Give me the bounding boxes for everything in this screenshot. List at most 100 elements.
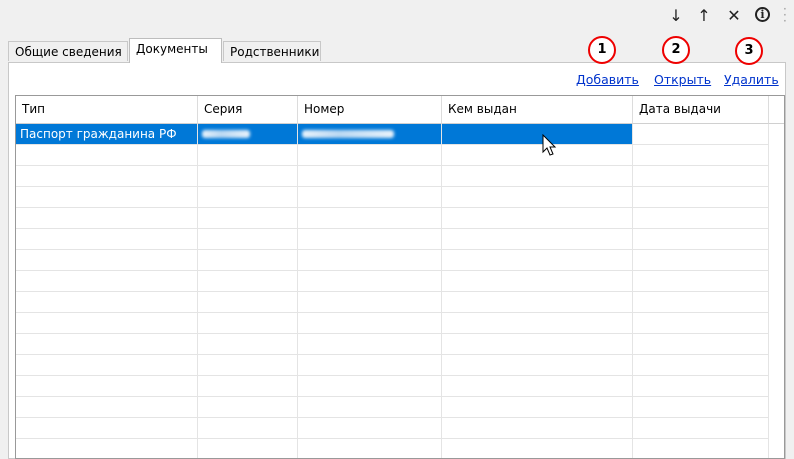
- empty-cell: [633, 313, 769, 334]
- empty-cell: [633, 334, 769, 355]
- empty-cell: [198, 145, 298, 166]
- annotation-badge-3: 3: [735, 37, 763, 65]
- empty-cell: [298, 187, 442, 208]
- empty-cell: [16, 376, 198, 397]
- empty-cell: [633, 271, 769, 292]
- empty-cell: [633, 376, 769, 397]
- empty-table-row: [16, 355, 784, 376]
- empty-cell: [16, 271, 198, 292]
- empty-cell: [442, 313, 633, 334]
- empty-cell: [298, 334, 442, 355]
- empty-table-row: [16, 166, 784, 187]
- documents-table[interactable]: Тип Серия Номер Кем выдан Дата выдачи Па…: [15, 95, 785, 459]
- empty-cell: [16, 313, 198, 334]
- empty-table-row: [16, 145, 784, 166]
- tab-general-info[interactable]: Общие сведения: [8, 41, 128, 61]
- empty-cell: [298, 145, 442, 166]
- empty-cell: [633, 355, 769, 376]
- empty-table-row: [16, 271, 784, 292]
- empty-cell: [198, 208, 298, 229]
- empty-cell: [633, 397, 769, 418]
- empty-cell: [442, 397, 633, 418]
- empty-cell: [198, 166, 298, 187]
- empty-cell: [16, 355, 198, 376]
- empty-cell: [298, 376, 442, 397]
- empty-cell: [198, 397, 298, 418]
- empty-table-row: [16, 418, 784, 439]
- empty-cell: [198, 187, 298, 208]
- annotation-badge-1: 1: [588, 36, 616, 64]
- empty-cell: [298, 313, 442, 334]
- empty-cell: [442, 439, 633, 458]
- empty-cell: [633, 418, 769, 439]
- empty-cell: [198, 355, 298, 376]
- empty-cell: [442, 418, 633, 439]
- empty-cell: [198, 439, 298, 458]
- cell-issue-date: [633, 124, 769, 145]
- empty-cell: [298, 229, 442, 250]
- delete-link[interactable]: Удалить: [724, 72, 779, 87]
- empty-cell: [442, 145, 633, 166]
- empty-table-row: [16, 229, 784, 250]
- empty-cell: [298, 397, 442, 418]
- empty-table-row: [16, 187, 784, 208]
- arrow-up-icon[interactable]: ↑: [694, 6, 714, 26]
- empty-cell: [633, 439, 769, 458]
- empty-table-row: [16, 334, 784, 355]
- empty-cell: [198, 292, 298, 313]
- empty-cell: [633, 166, 769, 187]
- empty-cell: [198, 418, 298, 439]
- add-link[interactable]: Добавить: [576, 72, 639, 87]
- empty-cell: [442, 376, 633, 397]
- empty-cell: [16, 229, 198, 250]
- empty-cell: [633, 250, 769, 271]
- empty-cell: [16, 187, 198, 208]
- empty-cell: [633, 292, 769, 313]
- empty-cell: [16, 292, 198, 313]
- empty-cell: [16, 418, 198, 439]
- column-header-issue-date[interactable]: Дата выдачи: [633, 96, 769, 124]
- empty-cell: [198, 271, 298, 292]
- annotation-badge-2: 2: [662, 36, 690, 64]
- column-header-series[interactable]: Серия: [198, 96, 298, 124]
- empty-table-row: [16, 397, 784, 418]
- empty-cell: [16, 397, 198, 418]
- empty-cell: [442, 208, 633, 229]
- top-toolbar: ↓ ↑ ✕ i · · ·: [0, 0, 794, 32]
- empty-table-row: [16, 250, 784, 271]
- empty-cell: [442, 187, 633, 208]
- empty-table-row: [16, 439, 784, 458]
- redacted-series: [202, 130, 250, 138]
- mouse-cursor-icon: [542, 134, 557, 156]
- empty-cell: [442, 292, 633, 313]
- empty-cell: [298, 355, 442, 376]
- empty-cell: [298, 208, 442, 229]
- empty-cell: [198, 376, 298, 397]
- tab-relatives[interactable]: Родственники: [223, 41, 321, 61]
- empty-cell: [298, 250, 442, 271]
- empty-cell: [442, 334, 633, 355]
- table-header: Тип Серия Номер Кем выдан Дата выдачи: [16, 96, 784, 124]
- column-header-type[interactable]: Тип: [16, 96, 198, 124]
- empty-cell: [16, 208, 198, 229]
- empty-cell: [633, 208, 769, 229]
- empty-cell: [633, 145, 769, 166]
- tab-documents[interactable]: Документы: [129, 38, 222, 63]
- empty-cell: [298, 271, 442, 292]
- arrow-down-icon[interactable]: ↓: [666, 6, 686, 26]
- empty-cell: [198, 334, 298, 355]
- empty-table-row: [16, 376, 784, 397]
- open-link[interactable]: Открыть: [654, 72, 711, 87]
- column-header-number[interactable]: Номер: [298, 96, 442, 124]
- table-row[interactable]: Паспорт гражданина РФ: [16, 124, 784, 145]
- column-header-filler: [769, 96, 784, 124]
- info-icon[interactable]: i: [755, 7, 770, 22]
- empty-table-row: [16, 208, 784, 229]
- column-header-issued-by[interactable]: Кем выдан: [442, 96, 633, 124]
- close-icon[interactable]: ✕: [724, 6, 744, 26]
- more-dots-icon: · · ·: [783, 2, 787, 28]
- empty-cell: [16, 145, 198, 166]
- empty-cell: [16, 334, 198, 355]
- cell-series: [198, 124, 298, 145]
- cell-number: [298, 124, 442, 145]
